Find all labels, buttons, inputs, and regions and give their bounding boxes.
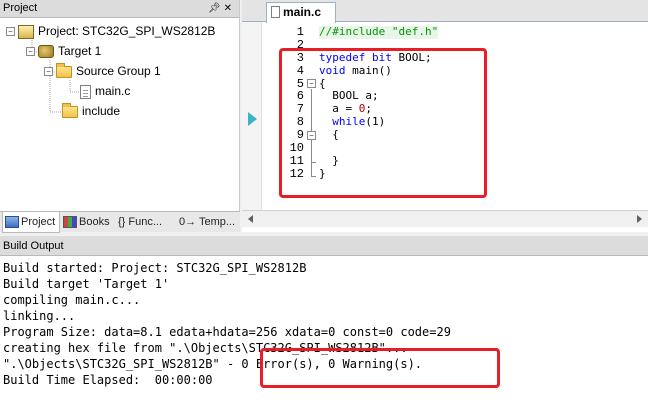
build-output-text[interactable]: Build started: Project: STC32G_SPI_WS281… <box>3 260 451 388</box>
code-keyword: while <box>319 115 366 129</box>
tree-item-project[interactable]: − Project: STC32G_SPI_WS2812B <box>6 22 215 40</box>
fold-end-tick <box>311 162 316 163</box>
tab-main-c[interactable]: main.c <box>266 2 336 23</box>
tree-item-include[interactable]: include <box>62 102 120 120</box>
line-number: 12 <box>289 166 304 181</box>
code-text: ; <box>365 102 372 116</box>
build-output-title: Build Output <box>3 240 64 252</box>
project-tab-icon <box>5 216 19 229</box>
c-file-icon <box>271 6 280 18</box>
tab-templates-label: 0→ Temp... <box>179 216 236 228</box>
close-icon[interactable]: ✕ <box>224 3 235 14</box>
collapse-icon[interactable]: − <box>6 27 15 37</box>
tab-books[interactable]: Books <box>61 212 115 233</box>
line-number: 11 <box>289 153 304 168</box>
line-number: 3 <box>296 50 304 65</box>
code-line-1: //#include "def.h" <box>319 25 439 39</box>
fold-margin: − − <box>306 26 318 186</box>
code-text: (1) <box>365 115 386 129</box>
tree-item-target-label: Target 1 <box>58 44 102 58</box>
build-output-header: Build Output <box>0 236 648 256</box>
code-area[interactable]: //#include "def.h" typedef bit BOOL; voi… <box>319 25 439 181</box>
tab-books-label: Books <box>79 216 110 228</box>
fold-collapse-icon[interactable]: − <box>307 131 316 140</box>
code-editor: main.c 1 2 3 4 5 6 7 8 9 10 11 12 − − //… <box>242 0 648 232</box>
tree-item-project-label: Project: STC32G_SPI_WS2812B <box>38 24 216 38</box>
code-text: BOOL; <box>391 50 432 64</box>
code-comment: //#include "def.h" <box>319 25 439 38</box>
output-line: Build Time Elapsed: 00:00:00 <box>3 373 213 387</box>
editor-tab-bar: main.c <box>242 0 648 23</box>
tab-project[interactable]: Project <box>2 212 60 233</box>
project-pane: Project 📌︎✕ − Project: STC32G_SPI_WS2812B… <box>0 0 240 233</box>
output-line: linking... <box>3 309 76 323</box>
editor-gutter[interactable] <box>242 22 262 210</box>
output-line: Build target 'Target 1' <box>3 277 170 291</box>
folder-icon <box>62 102 78 118</box>
tree-item-main-c[interactable]: main.c <box>80 82 130 100</box>
tree-item-source-group[interactable]: − Source Group 1 <box>44 62 161 80</box>
collapse-icon[interactable]: − <box>26 47 35 57</box>
line-number: 1 <box>296 25 304 39</box>
tab-functions[interactable]: {} Func... <box>116 212 176 233</box>
tab-functions-label: {} Func... <box>118 216 163 228</box>
tab-templates[interactable]: 0→ Temp... <box>177 212 239 233</box>
line-numbers: 1 2 3 4 5 6 7 8 9 10 11 12 <box>264 26 304 181</box>
fold-end-tick <box>311 176 316 177</box>
scroll-right-icon[interactable] <box>637 215 642 223</box>
tab-project-label: Project <box>21 216 56 228</box>
output-line: creating hex file from ".\Objects\STC32G… <box>3 341 408 355</box>
project-pane-header: Project 📌︎✕ <box>0 0 239 18</box>
line-number: 2 <box>296 37 304 52</box>
code-line-9: { <box>319 128 339 142</box>
scroll-left-icon[interactable] <box>248 215 253 223</box>
fold-collapse-icon[interactable]: − <box>307 79 316 88</box>
horizontal-scrollbar[interactable] <box>242 210 648 227</box>
target-icon <box>38 45 54 59</box>
pin-icon[interactable]: 📌︎ <box>208 3 224 14</box>
tab-main-c-label: main.c <box>283 5 322 19</box>
tree-item-main-c-label: main.c <box>95 84 131 98</box>
code-line-4: void main() <box>319 63 438 78</box>
tree-item-source-group-label: Source Group 1 <box>76 64 161 78</box>
line-number: 10 <box>289 141 304 156</box>
collapse-icon[interactable]: − <box>44 67 53 77</box>
tree-item-target[interactable]: − Target 1 <box>26 42 101 60</box>
c-file-icon <box>80 84 91 99</box>
code-text: main() <box>345 63 392 77</box>
project-pane-tabs: Project Books {} Func... 0→ Temp... <box>0 211 240 233</box>
output-line: ".\Objects\STC32G_SPI_WS2812B" - 0 Error… <box>3 357 423 371</box>
code-line-11: } <box>319 153 339 167</box>
current-line-arrow-icon <box>248 112 257 126</box>
pane-controls[interactable]: 📌︎✕ <box>208 0 235 17</box>
project-icon <box>18 24 34 39</box>
build-output-pane: Build Output Build started: Project: STC… <box>0 236 648 420</box>
output-line: Build started: Project: STC32G_SPI_WS281… <box>3 261 307 275</box>
output-line: Program Size: data=8.1 edata+hdata=256 x… <box>3 325 451 339</box>
tree-item-include-label: include <box>82 104 121 118</box>
code-keyword: void <box>319 63 346 77</box>
output-line: compiling main.c... <box>3 293 141 307</box>
line-number: 4 <box>296 63 304 78</box>
code-line-12: } <box>319 166 326 180</box>
books-icon <box>63 216 77 229</box>
code-keyword: typedef bit <box>319 50 392 64</box>
folder-icon <box>56 62 72 78</box>
code-text: a = <box>319 102 359 116</box>
project-pane-title: Project <box>3 2 38 14</box>
